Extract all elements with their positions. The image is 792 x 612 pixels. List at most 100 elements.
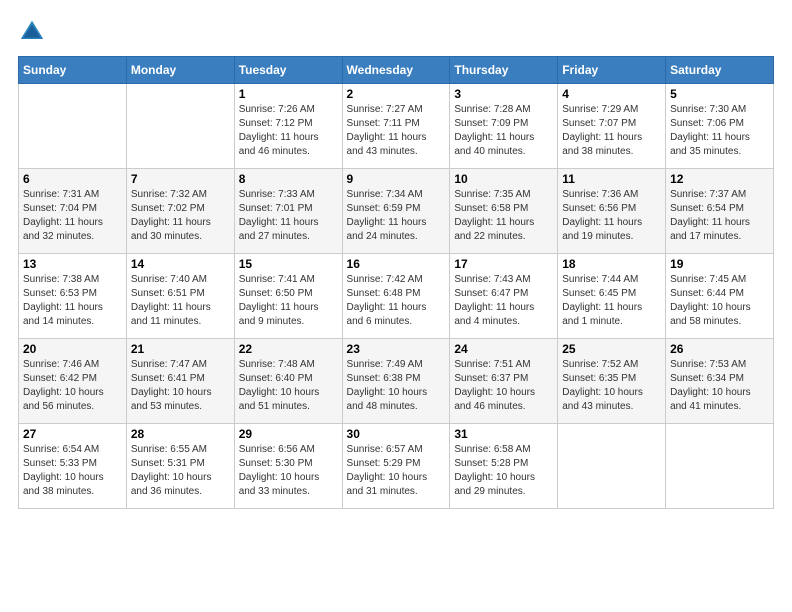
header-day-monday: Monday xyxy=(126,57,234,84)
calendar-cell: 10 Sunrise: 7:35 AM Sunset: 6:58 PM Dayli… xyxy=(450,169,558,254)
day-content: Sunrise: 7:37 AM Sunset: 6:54 PM Dayligh… xyxy=(670,188,769,244)
day-content: Sunrise: 7:33 AM Sunset: 7:01 PM Dayligh… xyxy=(239,188,338,244)
day-content: Sunrise: 7:32 AM Sunset: 7:02 PM Dayligh… xyxy=(131,188,230,244)
calendar-header-row: SundayMondayTuesdayWednesdayThursdayFrid… xyxy=(19,57,774,84)
day-number: 10 xyxy=(454,172,553,186)
calendar-cell: 22 Sunrise: 7:48 AM Sunset: 6:40 PM Dayli… xyxy=(234,339,342,424)
day-number: 9 xyxy=(347,172,446,186)
header-day-saturday: Saturday xyxy=(666,57,774,84)
calendar-cell: 14 Sunrise: 7:40 AM Sunset: 6:51 PM Dayli… xyxy=(126,254,234,339)
day-content: Sunrise: 6:57 AM Sunset: 5:29 PM Dayligh… xyxy=(347,443,446,499)
calendar-cell: 21Sunrise: 7:47 AM Sunset: 6:41 PM Dayli… xyxy=(126,339,234,424)
day-content: Sunrise: 7:43 AM Sunset: 6:47 PM Dayligh… xyxy=(454,273,553,329)
week-row-4: 20 Sunrise: 7:46 AM Sunset: 6:42 PM Dayli… xyxy=(19,339,774,424)
day-number: 27 xyxy=(23,427,122,441)
calendar-cell: 25 Sunrise: 7:52 AM Sunset: 6:35 PM Dayli… xyxy=(558,339,666,424)
day-number: 23 xyxy=(347,342,446,356)
day-number: 4 xyxy=(562,87,661,101)
day-content: Sunrise: 7:45 AM Sunset: 6:44 PM Dayligh… xyxy=(670,273,769,329)
day-content: Sunrise: 7:40 AM Sunset: 6:51 PM Dayligh… xyxy=(131,273,230,329)
day-number: 12 xyxy=(670,172,769,186)
week-row-3: 13 Sunrise: 7:38 AM Sunset: 6:53 PM Dayli… xyxy=(19,254,774,339)
week-row-2: 6Sunrise: 7:31 AM Sunset: 7:04 PM Daylig… xyxy=(19,169,774,254)
calendar-cell: 26 Sunrise: 7:53 AM Sunset: 6:34 PM Dayli… xyxy=(666,339,774,424)
calendar-cell: 1 Sunrise: 7:26 AM Sunset: 7:12 PM Daylig… xyxy=(234,84,342,169)
day-content: Sunrise: 7:46 AM Sunset: 6:42 PM Dayligh… xyxy=(23,358,122,414)
calendar-cell: 7Sunrise: 7:32 AM Sunset: 7:02 PM Daylig… xyxy=(126,169,234,254)
day-number: 14 xyxy=(131,257,230,271)
day-number: 15 xyxy=(239,257,338,271)
calendar-cell xyxy=(558,424,666,509)
day-number: 31 xyxy=(454,427,553,441)
day-content: Sunrise: 7:30 AM Sunset: 7:06 PM Dayligh… xyxy=(670,103,769,159)
calendar-cell: 13 Sunrise: 7:38 AM Sunset: 6:53 PM Dayli… xyxy=(19,254,127,339)
calendar-cell xyxy=(666,424,774,509)
calendar-cell: 15 Sunrise: 7:41 AM Sunset: 6:50 PM Dayli… xyxy=(234,254,342,339)
day-content: Sunrise: 7:53 AM Sunset: 6:34 PM Dayligh… xyxy=(670,358,769,414)
calendar-cell: 27 Sunrise: 6:54 AM Sunset: 5:33 PM Dayli… xyxy=(19,424,127,509)
day-number: 25 xyxy=(562,342,661,356)
day-content: Sunrise: 7:44 AM Sunset: 6:45 PM Dayligh… xyxy=(562,273,661,329)
day-number: 20 xyxy=(23,342,122,356)
day-number: 24 xyxy=(454,342,553,356)
day-content: Sunrise: 7:38 AM Sunset: 6:53 PM Dayligh… xyxy=(23,273,122,329)
calendar-cell: 12 Sunrise: 7:37 AM Sunset: 6:54 PM Dayli… xyxy=(666,169,774,254)
header-day-sunday: Sunday xyxy=(19,57,127,84)
logo xyxy=(18,18,50,46)
calendar-cell: 3 Sunrise: 7:28 AM Sunset: 7:09 PM Daylig… xyxy=(450,84,558,169)
calendar-cell: 4 Sunrise: 7:29 AM Sunset: 7:07 PM Daylig… xyxy=(558,84,666,169)
day-content: Sunrise: 7:42 AM Sunset: 6:48 PM Dayligh… xyxy=(347,273,446,329)
day-number: 22 xyxy=(239,342,338,356)
day-number: 28 xyxy=(131,427,230,441)
calendar-cell: 19 Sunrise: 7:45 AM Sunset: 6:44 PM Dayli… xyxy=(666,254,774,339)
calendar-cell: 29Sunrise: 6:56 AM Sunset: 5:30 PM Dayli… xyxy=(234,424,342,509)
calendar-cell: 16 Sunrise: 7:42 AM Sunset: 6:48 PM Dayli… xyxy=(342,254,450,339)
calendar-cell: 9Sunrise: 7:34 AM Sunset: 6:59 PM Daylig… xyxy=(342,169,450,254)
calendar-cell: 23 Sunrise: 7:49 AM Sunset: 6:38 PM Dayli… xyxy=(342,339,450,424)
day-content: Sunrise: 7:35 AM Sunset: 6:58 PM Dayligh… xyxy=(454,188,553,244)
day-number: 6 xyxy=(23,172,122,186)
calendar-cell: 20 Sunrise: 7:46 AM Sunset: 6:42 PM Dayli… xyxy=(19,339,127,424)
day-content: Sunrise: 6:56 AM Sunset: 5:30 PM Dayligh… xyxy=(239,443,338,499)
calendar-cell: 18 Sunrise: 7:44 AM Sunset: 6:45 PM Dayli… xyxy=(558,254,666,339)
day-number: 11 xyxy=(562,172,661,186)
day-content: Sunrise: 7:29 AM Sunset: 7:07 PM Dayligh… xyxy=(562,103,661,159)
calendar-cell: 8 Sunrise: 7:33 AM Sunset: 7:01 PM Daylig… xyxy=(234,169,342,254)
day-number: 1 xyxy=(239,87,338,101)
calendar-cell xyxy=(19,84,127,169)
header-day-thursday: Thursday xyxy=(450,57,558,84)
day-number: 13 xyxy=(23,257,122,271)
day-number: 30 xyxy=(347,427,446,441)
calendar-cell: 17 Sunrise: 7:43 AM Sunset: 6:47 PM Dayli… xyxy=(450,254,558,339)
day-content: Sunrise: 6:55 AM Sunset: 5:31 PM Dayligh… xyxy=(131,443,230,499)
day-content: Sunrise: 7:26 AM Sunset: 7:12 PM Dayligh… xyxy=(239,103,338,159)
calendar-cell: 24Sunrise: 7:51 AM Sunset: 6:37 PM Dayli… xyxy=(450,339,558,424)
day-content: Sunrise: 7:41 AM Sunset: 6:50 PM Dayligh… xyxy=(239,273,338,329)
day-number: 16 xyxy=(347,257,446,271)
day-number: 3 xyxy=(454,87,553,101)
day-number: 8 xyxy=(239,172,338,186)
week-row-5: 27 Sunrise: 6:54 AM Sunset: 5:33 PM Dayli… xyxy=(19,424,774,509)
calendar-cell: 30 Sunrise: 6:57 AM Sunset: 5:29 PM Dayli… xyxy=(342,424,450,509)
day-number: 19 xyxy=(670,257,769,271)
calendar-cell: 11 Sunrise: 7:36 AM Sunset: 6:56 PM Dayli… xyxy=(558,169,666,254)
day-content: Sunrise: 7:49 AM Sunset: 6:38 PM Dayligh… xyxy=(347,358,446,414)
day-content: Sunrise: 6:54 AM Sunset: 5:33 PM Dayligh… xyxy=(23,443,122,499)
day-content: Sunrise: 7:47 AM Sunset: 6:41 PM Dayligh… xyxy=(131,358,230,414)
page: SundayMondayTuesdayWednesdayThursdayFrid… xyxy=(0,0,792,612)
day-content: Sunrise: 7:28 AM Sunset: 7:09 PM Dayligh… xyxy=(454,103,553,159)
header-day-friday: Friday xyxy=(558,57,666,84)
header xyxy=(18,18,774,46)
day-content: Sunrise: 7:52 AM Sunset: 6:35 PM Dayligh… xyxy=(562,358,661,414)
day-number: 17 xyxy=(454,257,553,271)
calendar-cell: 2Sunrise: 7:27 AM Sunset: 7:11 PM Daylig… xyxy=(342,84,450,169)
day-content: Sunrise: 7:48 AM Sunset: 6:40 PM Dayligh… xyxy=(239,358,338,414)
calendar-cell: 31Sunrise: 6:58 AM Sunset: 5:28 PM Dayli… xyxy=(450,424,558,509)
day-content: Sunrise: 7:36 AM Sunset: 6:56 PM Dayligh… xyxy=(562,188,661,244)
day-number: 2 xyxy=(347,87,446,101)
day-number: 26 xyxy=(670,342,769,356)
header-day-wednesday: Wednesday xyxy=(342,57,450,84)
day-number: 18 xyxy=(562,257,661,271)
calendar-table: SundayMondayTuesdayWednesdayThursdayFrid… xyxy=(18,56,774,509)
calendar-cell xyxy=(126,84,234,169)
